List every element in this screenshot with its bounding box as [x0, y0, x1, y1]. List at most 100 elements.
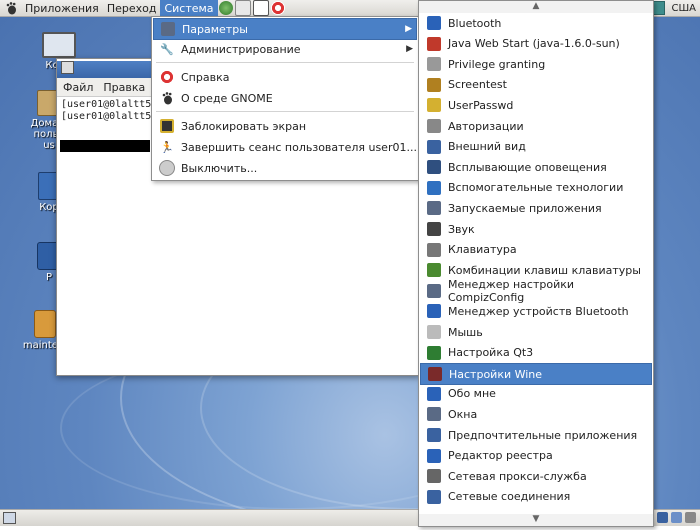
menu-item-preferences[interactable]: Параметры ▶ [153, 18, 417, 40]
scroll-down-arrow[interactable]: ▼ [419, 514, 653, 526]
bottom-tray [657, 512, 696, 523]
about-me-icon [426, 386, 442, 402]
menu-item-label: Мышь [448, 325, 483, 339]
menu-item-label: Java Web Start (java-1.6.0-sun) [448, 37, 620, 51]
menu-item-network-connections[interactable]: Сетевые соединения [420, 487, 652, 507]
menu-item-label: Вспомогательные технологии [448, 181, 624, 195]
menu-item-label: Сетевая прокси-служба [448, 469, 587, 483]
qt3-icon [426, 345, 442, 361]
menu-item-label: Внешний вид [448, 140, 526, 154]
menu-item-keyboard[interactable]: Клавиатура [420, 240, 652, 260]
menu-item-label: Клавиатура [448, 243, 517, 257]
menu-item-screentest[interactable]: Screentest [420, 75, 652, 95]
scroll-up-arrow[interactable]: ▲ [419, 1, 653, 13]
submenu-arrow-icon: ▶ [405, 24, 412, 34]
menu-item-notifications[interactable]: Всплывающие оповещения [420, 157, 652, 177]
computer-icon [42, 32, 76, 58]
menu-item-sound[interactable]: Звук [420, 219, 652, 239]
menu-item-startup-apps[interactable]: Запускаемые приложения [420, 198, 652, 218]
workspace-switcher-icon[interactable] [657, 512, 668, 523]
menu-item-about-gnome[interactable]: О среде GNOME [153, 88, 417, 108]
startup-apps-icon [426, 200, 442, 216]
menu-item-preferred-apps[interactable]: Предпочтительные приложения [420, 425, 652, 445]
menu-item-label: Заблокировать экран [181, 119, 307, 133]
trash-applet-icon[interactable] [685, 512, 696, 523]
network-proxy-icon [426, 468, 442, 484]
menu-item-registry-editor[interactable]: Редактор реестра [420, 446, 652, 466]
window-menu-icon[interactable] [61, 61, 74, 74]
menu-item-about-me[interactable]: Обо мне [420, 384, 652, 404]
menu-item-bluetooth[interactable]: Bluetooth [420, 13, 652, 33]
menu-item-label: Screentest [448, 78, 507, 92]
system-menu[interactable]: Система [160, 0, 218, 16]
menu-item-mouse[interactable]: Мышь [420, 322, 652, 342]
menu-item-label: Настройки Wine [449, 367, 543, 381]
menu-item-label: UserPasswd [448, 98, 514, 112]
appearance-icon [426, 139, 442, 155]
help-launcher-icon[interactable] [270, 1, 285, 15]
menu-item-label: Сетевые соединения [448, 490, 571, 504]
menu-item-windows[interactable]: Окна [420, 404, 652, 424]
menu-item-authorizations[interactable]: Авторизации [420, 116, 652, 136]
menu-item-label: Настройка Qt3 [448, 346, 534, 360]
menu-item-logout[interactable]: 🏃 Завершить сеанс пользователя user01... [153, 137, 417, 157]
office-launcher-icon[interactable] [252, 0, 269, 16]
menu-item-administration[interactable]: 🔧 Администрирование ▶ [153, 39, 417, 59]
browser-launcher-icon[interactable] [218, 1, 233, 15]
registry-editor-icon [426, 448, 442, 464]
menu-item-wine[interactable]: Настройки Wine [420, 363, 652, 386]
menu-item-label: Звук [448, 222, 475, 236]
preferred-apps-icon [426, 427, 442, 443]
menu-item-label: Privilege granting [448, 57, 546, 71]
menu-item-appearance[interactable]: Внешний вид [420, 137, 652, 157]
show-desktop-icon[interactable] [3, 512, 16, 524]
menu-item-accessibility[interactable]: Вспомогательные технологии [420, 178, 652, 198]
terminal-menu-file[interactable]: Файл [63, 81, 93, 94]
menu-item-network-proxy[interactable]: Сетевая прокси-служба [420, 466, 652, 486]
menu-item-label: Менеджер устройств Bluetooth [448, 304, 629, 318]
menu-item-privilege[interactable]: Privilege granting [420, 54, 652, 74]
accessibility-icon [426, 180, 442, 196]
menu-item-compizconfig[interactable]: Менеджер настройки CompizConfig [420, 278, 652, 304]
applications-menu[interactable]: Приложения [21, 0, 103, 16]
menu-item-bluetooth-manager[interactable]: Менеджер устройств Bluetooth [420, 301, 652, 321]
sound-icon [426, 221, 442, 237]
places-menu[interactable]: Переход [103, 0, 161, 16]
bluetooth-manager-icon [426, 303, 442, 319]
bluetooth-icon [426, 15, 442, 31]
menu-item-keys[interactable]: UserPasswd [420, 95, 652, 115]
menu-item-shutdown[interactable]: Выключить... [153, 158, 417, 178]
notifications-icon [426, 159, 442, 175]
menu-item-label: Предпочтительные приложения [448, 428, 638, 442]
panel-right-area: США [651, 0, 700, 16]
menu-item-label: О среде GNOME [181, 91, 273, 105]
terminal-selection [60, 140, 150, 152]
menu-item-label: Редактор реестра [448, 449, 553, 463]
menu-item-java[interactable]: Java Web Start (java-1.6.0-sun) [420, 34, 652, 54]
menu-item-lock-screen[interactable]: Заблокировать экран [153, 116, 417, 136]
menu-item-help[interactable]: Справка [153, 67, 417, 87]
privilege-icon [426, 56, 442, 72]
authorizations-icon [426, 118, 442, 134]
keyboard-layout-indicator[interactable]: США [669, 3, 698, 14]
gnome-foot-icon [4, 1, 18, 15]
screentest-icon [426, 77, 442, 93]
preferences-icon [160, 21, 176, 37]
menu-item-label: Завершить сеанс пользователя user01... [181, 140, 417, 154]
keyboard-shortcuts-icon [426, 262, 442, 278]
menu-item-qt3[interactable]: Настройка Qt3 [420, 343, 652, 363]
menu-item-label: Справка [181, 70, 230, 84]
java-icon [426, 36, 442, 52]
terminal-menu-edit[interactable]: Правка [103, 81, 145, 94]
power-icon [159, 160, 175, 176]
administration-icon: 🔧 [160, 42, 174, 56]
menu-item-label: Bluetooth [448, 16, 502, 30]
mail-launcher-icon[interactable] [234, 0, 251, 16]
menu-item-label: Выключить... [181, 161, 258, 175]
workspace-switcher-icon[interactable] [671, 512, 682, 523]
menu-item-label: Комбинации клавиш клавиатуры [448, 263, 641, 277]
compizconfig-icon [426, 283, 442, 299]
keyboard-icon [426, 242, 442, 258]
help-lifebuoy-icon [159, 69, 175, 85]
menu-item-label: Запускаемые приложения [448, 201, 602, 215]
